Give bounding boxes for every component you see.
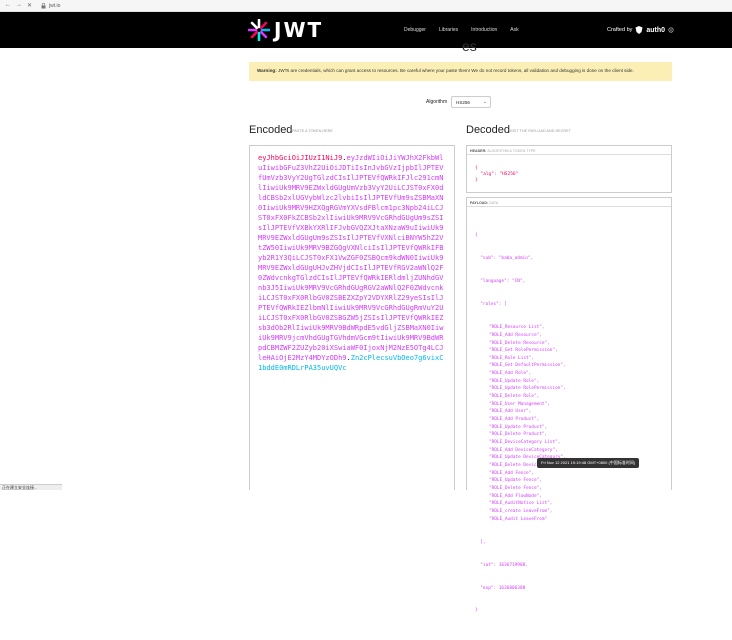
menu-libraries[interactable]: Libraries [439,27,458,33]
algorithm-value: HS256 [456,100,470,105]
header-panel: HEADER: ALGORITHM & TOKEN TYPE { "alg": … [466,145,672,193]
warning-text: JWTs are credentials, which can grant ac… [276,68,634,73]
role-item: "ROLE_Delete Fence", [489,485,542,491]
json-line: "language": "CN", [475,279,526,285]
roles-list: "ROLE_Resource List", "ROLE_Add Resource"… [475,324,663,523]
url-text: jwt.io [49,2,61,9]
role-item: "ROLE_Add Resource", [489,332,542,338]
lock-icon [41,2,46,8]
role-item: "ROLE_Add FlowNode", [489,493,542,499]
payload-label: PAYLOAD: [470,200,489,205]
browser-toolbar: ← → ✕ jwt.io [0,0,732,12]
algorithm-dropdown[interactable]: HS256 ⌄ [451,96,492,108]
settings-icon[interactable] [668,27,674,33]
json-line: ], [475,539,486,545]
role-item: "ROLE_Get DefaultPermission", [489,363,566,369]
role-item: "ROLE_AuditNotice List", [489,501,553,507]
json-line: } [475,178,478,183]
role-item: "ROLE_User Management", [489,401,550,407]
decoded-title: Decoded [466,124,511,136]
role-item: "ROLE_Delete Resource", [489,340,550,346]
header-label: HEADER: [470,148,487,153]
auth0-brand: auth0 [646,26,666,34]
status-bar: 正在建立安全连接... [0,484,62,490]
role-item: "ROLE_DeviceCategory List", [489,440,561,446]
role-item: "ROLE_Delete Role", [489,394,540,400]
menu-ask[interactable]: Ask [510,27,518,33]
payload-sublabel: DATA [489,200,499,205]
warning-label: Warning: [257,68,277,73]
chevron-down-icon: ⌄ [482,99,488,105]
crafted-by-label: Crafted by [607,27,633,33]
header-sublabel: ALGORITHM & TOKEN TYPE [487,148,536,153]
payload-panel: PAYLOAD: DATA { "sub": "baba_admin", "la… [466,197,672,613]
role-item: "ROLE_Audit LeaveFrom" [489,516,548,522]
role-item: "ROLE_Add DeviceCategory", [489,447,558,453]
address-bar[interactable]: jwt.io [41,3,60,9]
role-item: "ROLE_Add Product", [489,417,540,423]
token-payload-part: eyJzdWIiOiJiYWJhX2FkbWluIiwibGFuZ3VhZ2Ui… [258,154,444,362]
algorithm-label: Algorithm [426,99,448,105]
top-nav: JWT Debugger Libraries Introduction Ask … [0,12,732,48]
token-header-part: eyJhbGciOiJIUzI1NiJ9 [258,154,343,162]
role-item: "ROLE_Update Product", [489,424,548,430]
role-item: "ROLE_Add Role", [489,371,532,377]
role-item: "ROLE_Add User", [489,409,532,415]
logo-text: JWT [274,18,324,42]
json-line: "roles": [ [475,302,507,308]
algorithm-selector: Algorithm HS256 ⌄ [426,96,492,108]
header-panel-label: HEADER: ALGORITHM & TOKEN TYPE [467,146,671,155]
auth0-shield-icon [635,26,643,34]
role-item: "ROLE_Get RolePermission", [489,348,558,354]
role-item: "ROLE_Update Role", [489,378,540,384]
stop-icon[interactable]: ✕ [27,2,32,9]
json-line: "iat": 1636719988, [475,562,528,568]
payload-json-editor[interactable]: { "sub": "baba_admin", "language": "CN",… [467,207,671,640]
json-line: "exp": 1636806388 [475,585,526,591]
forward-icon[interactable]: → [16,2,22,9]
role-item: "ROLE_Delete Product", [489,432,548,438]
role-item: "ROLE_Resource List", [489,325,545,331]
back-icon[interactable]: ← [5,2,11,9]
encoded-title: Encoded [249,124,293,136]
timestamp-tooltip: Fri Nov 12 2021 19:19:48 GMT+0800 (中国标准时… [537,458,640,468]
json-line: } [475,608,478,614]
json-line: { [475,233,478,239]
partial-heading: es [462,38,477,54]
jwt-logo-icon [248,19,270,41]
payload-panel-label: PAYLOAD: DATA [467,198,671,207]
role-item: "ROLE_Update Fence", [489,478,542,484]
browser-nav: ← → ✕ [0,2,32,9]
role-item: "ROLE_Role List", [489,355,534,361]
role-item: "ROLE_Add Fence", [489,470,534,476]
menu-debugger[interactable]: Debugger [404,27,426,33]
crafted-by[interactable]: Crafted by auth0 [607,26,674,34]
encoded-subtitle: PASTE A TOKEN HERE [292,129,333,133]
warning-banner: Warning: JWTs are credentials, which can… [249,62,672,81]
menu-introduction[interactable]: Introduction [471,27,497,33]
role-item: "ROLE_create LeaveFrom", [489,508,553,514]
json-line: "sub": "baba_admin", [475,256,534,262]
decoded-subtitle: EDIT THE PAYLOAD AND SECRET [510,129,571,133]
main-menu: Debugger Libraries Introduction Ask [404,27,519,33]
encoded-token-input[interactable]: eyJhbGciOiJIUzI1NiJ9.eyJzdWIiOiJiYWJhX2F… [249,145,455,490]
header-json-editor[interactable]: { "alg": "HS256" } [467,155,671,195]
jwt-logo[interactable]: JWT [248,18,323,42]
role-item: "ROLE_Update RolePermission", [489,386,566,392]
